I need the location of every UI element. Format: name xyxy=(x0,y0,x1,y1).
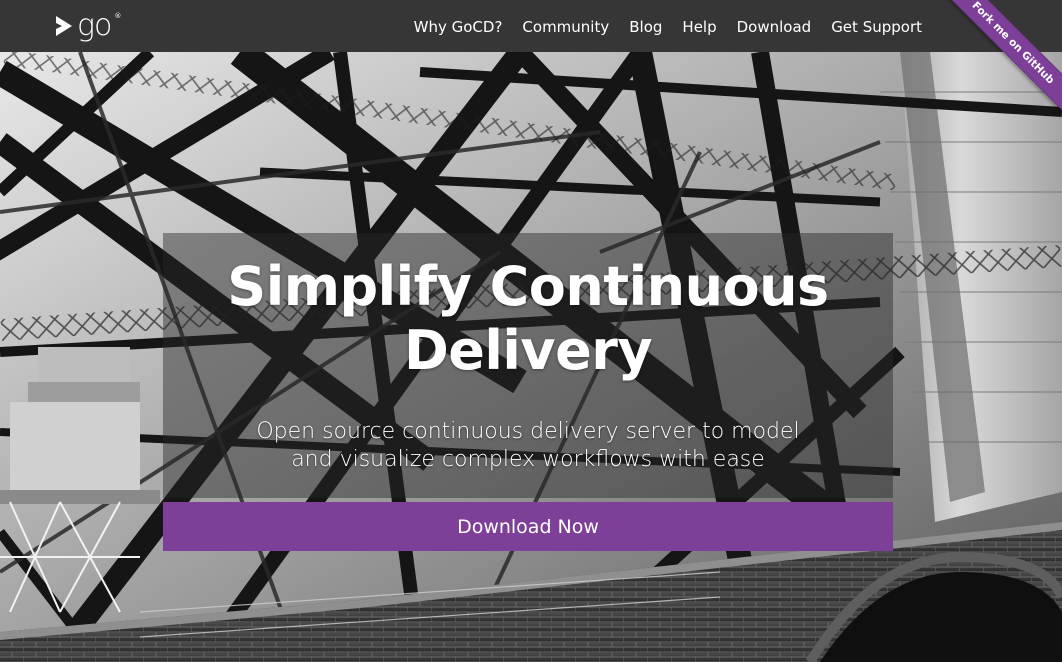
hero-title-line-2: Delivery xyxy=(403,319,653,382)
registered-mark: ® xyxy=(114,12,122,20)
hero-section: Simplify Continuous Delivery Open source… xyxy=(0,52,1062,662)
nav-link-why-gocd[interactable]: Why GoCD? xyxy=(414,18,503,36)
hero-title: Simplify Continuous Delivery xyxy=(163,255,893,383)
nav-link-help[interactable]: Help xyxy=(682,18,716,36)
gocd-logo[interactable]: go ® xyxy=(53,8,122,43)
hero-title-line-1: Simplify Continuous xyxy=(227,255,829,318)
main-nav: Why GoCD? Community Blog Help Download G… xyxy=(414,0,922,52)
nav-link-blog[interactable]: Blog xyxy=(629,18,662,36)
nav-item-why-gocd: Why GoCD? xyxy=(414,17,503,36)
logo-text: go xyxy=(77,8,112,43)
nav-item-community: Community xyxy=(522,17,609,36)
hero-subtitle-line-2: and visualize complex workflows with eas… xyxy=(291,447,765,472)
hero-subtitle-line-1: Open source continuous delivery server t… xyxy=(256,419,800,444)
fork-ribbon-container: Fork me on GitHub xyxy=(942,0,1062,120)
nav-link-get-support[interactable]: Get Support xyxy=(831,18,922,36)
nav-link-community[interactable]: Community xyxy=(522,18,609,36)
nav-item-help: Help xyxy=(682,17,716,36)
top-navbar: go ® Why GoCD? Community Blog Help Downl… xyxy=(0,0,1062,52)
gocd-arrow-logo-icon xyxy=(56,16,72,36)
download-now-button[interactable]: Download Now xyxy=(163,502,893,551)
nav-item-blog: Blog xyxy=(629,17,662,36)
nav-link-download[interactable]: Download xyxy=(737,18,812,36)
nav-item-download: Download xyxy=(737,17,812,36)
hero-subtitle: Open source continuous delivery server t… xyxy=(163,418,893,474)
fork-me-on-github-ribbon[interactable]: Fork me on GitHub xyxy=(943,0,1062,113)
page: go ® Why GoCD? Community Blog Help Downl… xyxy=(0,0,1062,662)
nav-item-get-support: Get Support xyxy=(831,17,922,36)
